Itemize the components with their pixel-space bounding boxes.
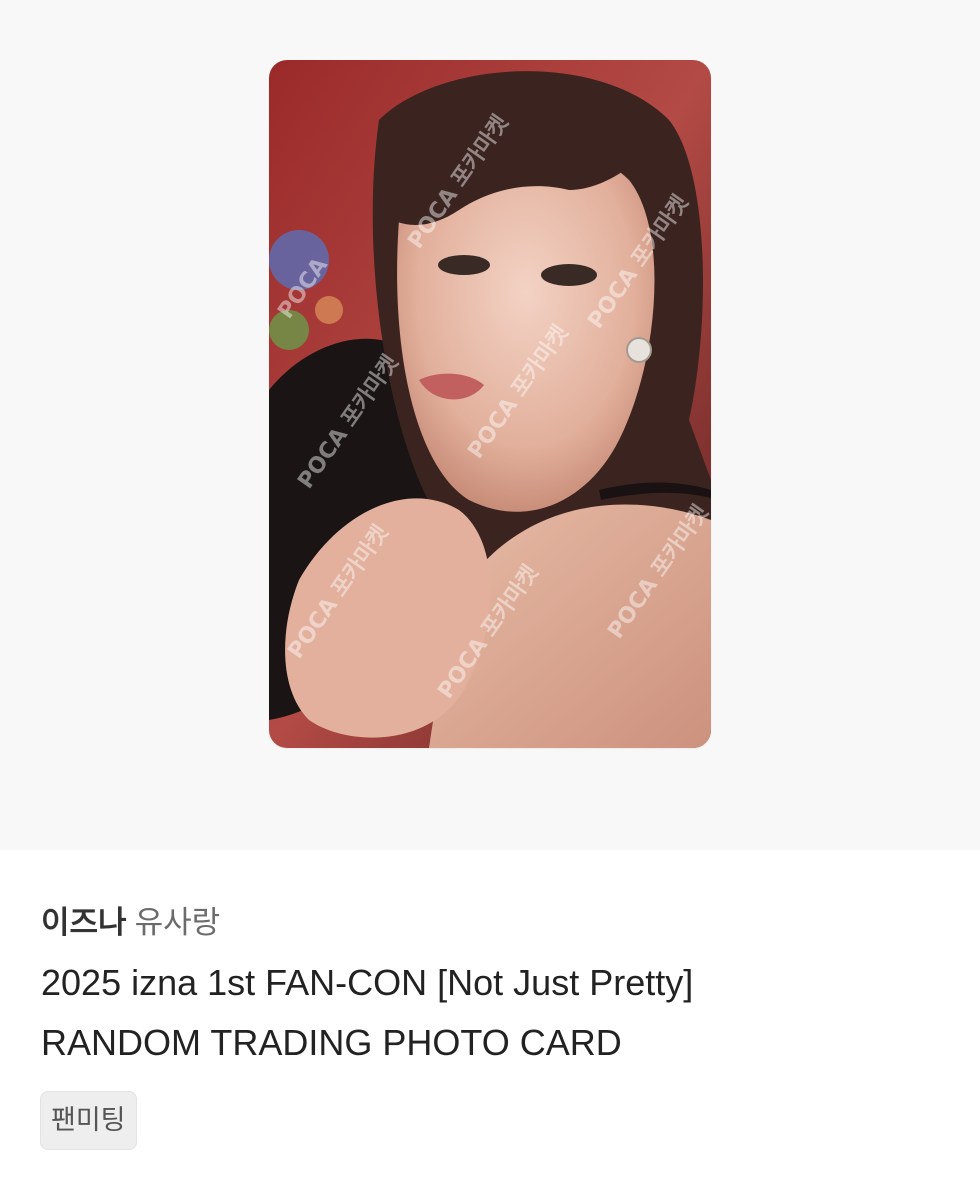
photocard-image[interactable]: POCA 포카마켓 POCA 포카마켓 POCA POCA 포카마켓 POCA … (269, 60, 711, 748)
product-title: 2025 izna 1st FAN-CON [Not Just Pretty] … (41, 953, 941, 1073)
product-title-line-2: RANDOM TRADING PHOTO CARD (41, 1022, 622, 1063)
member-name[interactable]: 유사랑 (135, 905, 221, 940)
product-image-area: POCA 포카마켓 POCA 포카마켓 POCA POCA 포카마켓 POCA … (0, 0, 980, 850)
category-tag[interactable]: 팬미팅 (40, 1091, 137, 1150)
photocard-illustration: POCA 포카마켓 POCA 포카마켓 POCA POCA 포카마켓 POCA … (269, 60, 711, 748)
artist-name[interactable]: 이즈나 (41, 905, 127, 940)
product-title-line-1: 2025 izna 1st FAN-CON [Not Just Pretty] (41, 962, 694, 1003)
artist-member-row: 이즈나 유사랑 (41, 898, 220, 948)
